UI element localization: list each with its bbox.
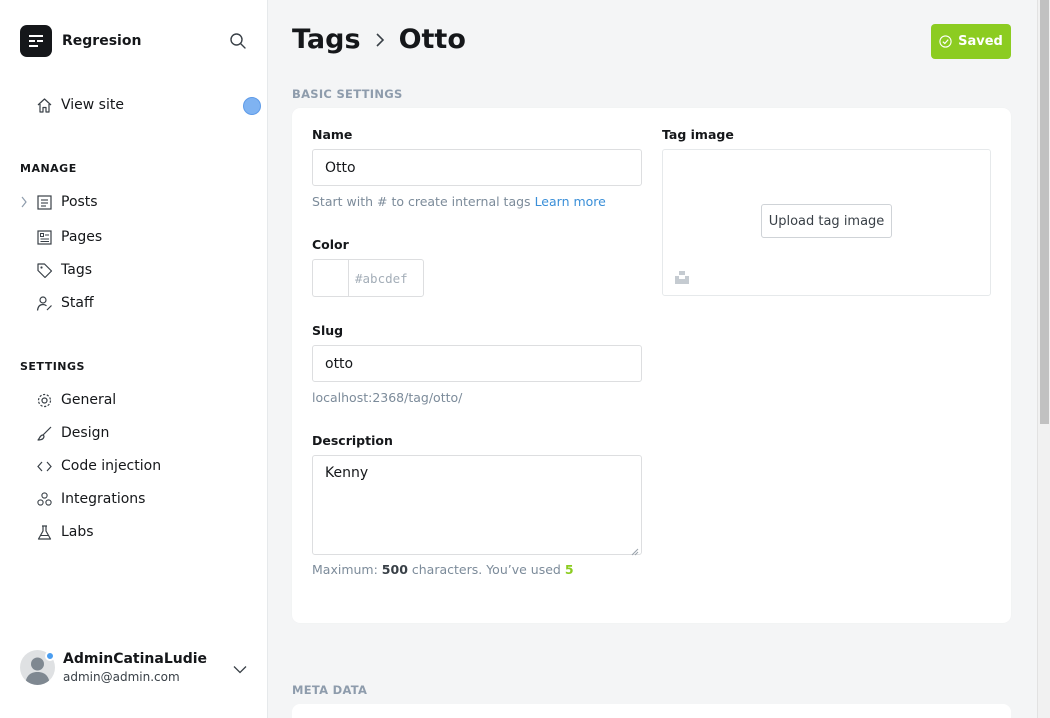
desc-hint-prefix: Maximum:: [312, 562, 378, 577]
chevron-right-icon[interactable]: [18, 195, 30, 209]
nav-integrations-label: Integrations: [61, 491, 146, 507]
nav-posts-label: Posts: [61, 194, 98, 210]
color-input[interactable]: #abcdef: [348, 259, 424, 297]
settings-section-title: SETTINGS: [20, 360, 85, 373]
sidebar: Regresion View site MANAGE Posts Pages T…: [0, 0, 268, 718]
slug-label: Slug: [312, 323, 344, 338]
tag-icon: [35, 261, 53, 279]
nav-labs-label: Labs: [61, 524, 94, 540]
user-name: AdminCatinaLudie: [63, 651, 208, 667]
nav-staff[interactable]: Staff: [35, 291, 94, 315]
meta-data-card: [292, 704, 1011, 718]
manage-section-title: MANAGE: [20, 162, 77, 175]
nav-integrations[interactable]: Integrations: [35, 487, 145, 511]
desc-hint-max: 500: [381, 562, 408, 577]
desc-hint-used: 5: [564, 562, 574, 577]
staff-icon: [35, 294, 53, 312]
nav-pages-label: Pages: [61, 229, 103, 245]
save-button[interactable]: Saved: [931, 24, 1011, 59]
breadcrumb-tags-link[interactable]: Tags: [292, 24, 361, 55]
nav-pages[interactable]: Pages: [35, 225, 102, 249]
nav-tags-label: Tags: [61, 262, 92, 278]
search-icon[interactable]: [228, 31, 248, 51]
nav-code-injection[interactable]: Code injection: [35, 454, 161, 478]
flask-icon: [35, 523, 53, 541]
page-scrollbar[interactable]: [1037, 0, 1050, 718]
meta-data-title: META DATA: [292, 683, 368, 697]
nav-tags[interactable]: Tags: [35, 258, 92, 282]
user-status-dot: [45, 651, 55, 661]
tag-image-label: Tag image: [662, 127, 734, 142]
scrollbar-thumb[interactable]: [1040, 0, 1049, 424]
gear-icon: [35, 391, 53, 409]
learn-more-link[interactable]: Learn more: [535, 194, 606, 209]
name-input[interactable]: Otto: [312, 149, 642, 186]
code-icon: [35, 457, 53, 475]
name-label: Name: [312, 127, 353, 142]
resize-handle-icon[interactable]: [631, 544, 639, 556]
tag-image-dropzone[interactable]: Upload tag image: [662, 149, 991, 296]
name-hint-text: Start with # to create internal tags: [312, 194, 531, 209]
slug-input[interactable]: otto: [312, 345, 642, 382]
chevron-right-icon: [373, 30, 387, 50]
nav-code-injection-label: Code injection: [61, 458, 162, 474]
check-circle-icon: [939, 35, 952, 48]
page-title: Otto: [398, 24, 466, 55]
color-swatch[interactable]: [312, 259, 348, 297]
description-hint: Maximum: 500 characters. You’ve used 5: [312, 562, 574, 577]
nav-design-label: Design: [61, 425, 110, 441]
unsplash-icon[interactable]: [675, 270, 689, 284]
status-dot: [243, 97, 261, 115]
nav-view-site[interactable]: View site: [35, 93, 124, 117]
brand[interactable]: Regresion: [20, 25, 141, 57]
pages-icon: [35, 228, 53, 246]
basic-settings-title: BASIC SETTINGS: [292, 87, 403, 101]
name-hint: Start with # to create internal tags Lea…: [312, 194, 606, 209]
user-email: admin@admin.com: [63, 670, 180, 684]
upload-tag-image-button[interactable]: Upload tag image: [761, 204, 892, 238]
description-value: Kenny: [325, 465, 369, 481]
site-name: Regresion: [62, 33, 142, 49]
brand-logo-icon: [20, 25, 52, 57]
chevron-down-icon[interactable]: [232, 662, 248, 676]
integrations-icon: [35, 490, 53, 508]
posts-icon: [35, 193, 53, 211]
slug-url: localhost:2368/tag/otto/: [312, 390, 463, 405]
main-content: Tags Otto Saved BASIC SETTINGS Name Otto…: [268, 0, 1050, 718]
desc-hint-mid: characters. You’ve used: [411, 562, 561, 577]
nav-labs[interactable]: Labs: [35, 520, 94, 544]
basic-settings-card: Name Otto Start with # to create interna…: [292, 108, 1011, 623]
nav-design[interactable]: Design: [35, 421, 109, 445]
color-label: Color: [312, 237, 349, 252]
nav-staff-label: Staff: [61, 295, 94, 311]
nav-posts[interactable]: Posts: [35, 190, 98, 214]
description-label: Description: [312, 433, 393, 448]
nav-general-label: General: [61, 392, 117, 408]
nav-view-site-label: View site: [61, 97, 124, 113]
breadcrumb: Tags Otto: [292, 24, 466, 55]
description-textarea[interactable]: Kenny: [312, 455, 642, 556]
save-button-label: Saved: [958, 34, 1003, 49]
brush-icon: [35, 424, 53, 442]
home-icon: [35, 96, 53, 114]
nav-general[interactable]: General: [35, 388, 116, 412]
